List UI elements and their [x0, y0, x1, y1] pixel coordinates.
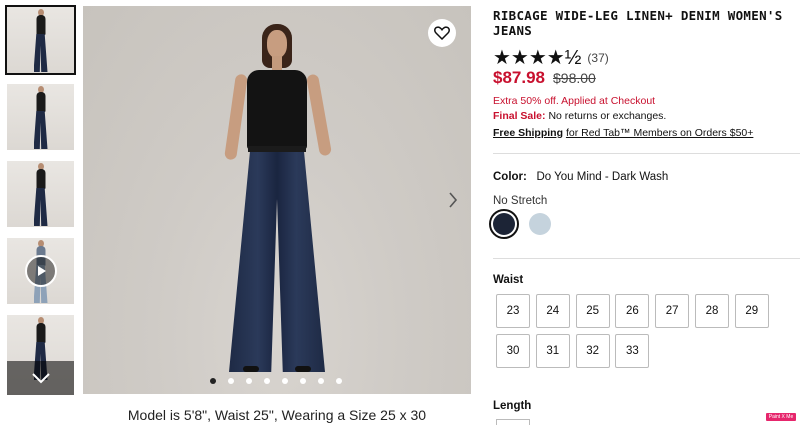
length-label: Length [493, 400, 532, 412]
thumbnail-5[interactable] [7, 315, 74, 395]
model-caption: Model is 5'8", Waist 25", Wearing a Size… [127, 407, 427, 423]
final-sale-note: Final Sale: No returns or exchanges. [493, 110, 666, 122]
thumb-model-top [36, 169, 45, 189]
model-arm-right [305, 73, 333, 157]
sale-price: $87.98 [493, 68, 545, 87]
carousel-dot[interactable] [228, 378, 234, 384]
thumb-model-top [36, 15, 45, 35]
rating-stars: ★★★★½ [493, 47, 582, 69]
promo-text: Extra 50% off. Applied at Checkout [493, 95, 656, 107]
thumbnail-video[interactable] [7, 238, 74, 304]
shipping-note[interactable]: Free Shipping for Red Tab™ Members on Or… [493, 127, 753, 139]
color-value: Do You Mind - Dark Wash [536, 171, 669, 183]
waist-label: Waist [493, 274, 524, 286]
carousel-dot[interactable] [210, 378, 216, 384]
thumb-model-jeans [33, 34, 48, 72]
thumb-model-top [36, 323, 45, 343]
divider [493, 258, 800, 259]
thumbnail-1[interactable] [5, 5, 76, 75]
paint-x-me-badge[interactable]: Paint X Me [766, 413, 796, 421]
model-arm-left [224, 73, 248, 161]
final-sale-label: Final Sale: [493, 110, 546, 122]
waist-size-button[interactable]: 32 [575, 334, 610, 368]
thumbnail-strip [5, 5, 76, 406]
model-jeans [229, 150, 325, 372]
waist-size-button[interactable]: 33 [615, 334, 650, 368]
model-top [247, 70, 307, 150]
swatch-light-wash[interactable] [529, 213, 551, 235]
product-page: Model is 5'8", Waist 25", Wearing a Size… [0, 0, 800, 425]
color-swatches [489, 209, 551, 239]
heart-icon [434, 26, 450, 40]
chevron-down-icon [31, 373, 50, 384]
carousel-dot[interactable] [300, 378, 306, 384]
carousel-dots [210, 378, 342, 384]
thumbnail-2[interactable] [7, 84, 74, 150]
shipping-details-link[interactable]: for Red Tab™ Members on Orders $50+ [566, 127, 753, 139]
waist-size-button[interactable]: 25 [575, 294, 610, 328]
chevron-right-icon [449, 192, 458, 208]
model-shoe-left [243, 366, 259, 372]
carousel-dot[interactable] [246, 378, 252, 384]
free-shipping-link[interactable]: Free Shipping [493, 127, 563, 139]
carousel-dot[interactable] [318, 378, 324, 384]
waist-size-grid: 23 24 25 26 27 28 29 30 31 32 33 [496, 294, 769, 368]
waist-size-button[interactable]: 26 [615, 294, 650, 328]
carousel-dot[interactable] [264, 378, 270, 384]
waist-size-button[interactable]: 23 [496, 294, 530, 328]
price-block: $87.98 $98.00 [493, 68, 596, 88]
product-rating[interactable]: ★★★★½ (37) [493, 45, 609, 70]
swatch-dark-wash[interactable] [489, 209, 519, 239]
carousel-dot[interactable] [336, 378, 342, 384]
carousel-dot[interactable] [282, 378, 288, 384]
waist-size-button[interactable]: 24 [535, 294, 570, 328]
color-label: Color: [493, 171, 527, 183]
product-title: RIBCAGE WIDE-LEG LINEN+ DENIM WOMEN'S JE… [493, 8, 783, 38]
waist-size-button[interactable]: 29 [734, 294, 769, 328]
next-image-button[interactable] [446, 190, 460, 210]
review-count[interactable]: (37) [587, 51, 608, 65]
model-shoe-right [295, 366, 311, 372]
color-selection: Color: Do You Mind - Dark Wash [493, 171, 668, 183]
waist-size-button[interactable]: 30 [496, 334, 530, 368]
original-price: $98.00 [553, 70, 596, 86]
model-face [267, 30, 287, 58]
length-option[interactable] [496, 419, 530, 425]
model-belt [248, 146, 306, 152]
thumbnail-scroll-down-button[interactable] [7, 361, 74, 395]
thumb-model-jeans [33, 188, 48, 226]
thumb-model-top [36, 92, 45, 112]
main-product-image[interactable] [83, 6, 471, 394]
final-sale-text: No returns or exchanges. [548, 110, 667, 122]
thumb-model-jeans [33, 111, 48, 149]
waist-size-button[interactable]: 31 [535, 334, 570, 368]
favorite-button[interactable] [428, 19, 456, 47]
play-icon[interactable] [24, 255, 57, 287]
stretch-label: No Stretch [493, 195, 548, 207]
waist-size-button[interactable]: 28 [694, 294, 729, 328]
thumbnail-3[interactable] [7, 161, 74, 227]
divider [493, 153, 800, 154]
waist-size-button[interactable]: 27 [655, 294, 690, 328]
